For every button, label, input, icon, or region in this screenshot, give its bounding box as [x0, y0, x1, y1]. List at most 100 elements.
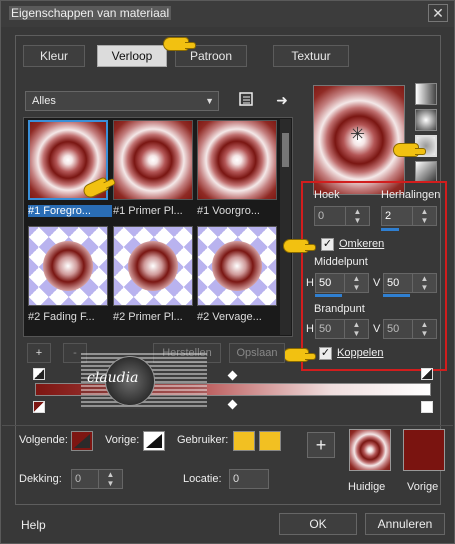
- chevron-down-icon: ▼: [205, 96, 214, 106]
- link-checkbox[interactable]: ✓: [319, 347, 332, 360]
- color-stop-start[interactable]: [33, 401, 45, 413]
- swatch-diagonal-icon: [146, 434, 162, 448]
- opacity-stepper[interactable]: ▲ ▼: [98, 470, 122, 488]
- prev-color-swatch[interactable]: [143, 431, 165, 451]
- gallery-caption-3[interactable]: #1 Voorgro...: [197, 205, 281, 217]
- user-color-2[interactable]: [259, 431, 281, 451]
- previous-material-swatch[interactable]: [403, 429, 445, 471]
- category-dropdown[interactable]: Alles ▼: [25, 91, 219, 111]
- repeats-input[interactable]: 2 ▲ ▼: [381, 206, 437, 226]
- gradient-preview[interactable]: ✳: [313, 85, 405, 195]
- color-stop-end[interactable]: [421, 401, 433, 413]
- window-title: Eigenschappen van materiaal: [9, 6, 172, 20]
- hand-pointer-icon: [283, 348, 316, 362]
- angle-input[interactable]: 0 ▲ ▼: [314, 206, 370, 226]
- link-label[interactable]: Koppelen: [337, 347, 384, 359]
- arrow-right-icon[interactable]: ➜: [273, 91, 291, 109]
- location-input[interactable]: 0: [229, 469, 269, 489]
- angle-label: Hoek: [314, 189, 340, 201]
- add-gradient-button[interactable]: +: [27, 343, 51, 363]
- focal-h-input[interactable]: 50 ▲ ▼: [315, 319, 369, 339]
- gradient-gallery: #1 Foregro... #1 Primer Pl... #1 Voorgro…: [23, 117, 293, 337]
- hand-pointer-icon: [393, 143, 426, 157]
- radial-style-button[interactable]: [415, 161, 437, 183]
- divider: [2, 425, 453, 426]
- previous-label: Vorige: [407, 481, 439, 493]
- center-v-stepper[interactable]: ▲ ▼: [412, 274, 436, 292]
- center-h-stepper[interactable]: ▲ ▼: [344, 274, 368, 292]
- help-link[interactable]: Help: [21, 518, 46, 532]
- add-to-swatches-button[interactable]: +: [307, 432, 335, 458]
- rectangular-style-button[interactable]: [415, 109, 437, 131]
- gallery-item-5[interactable]: [113, 226, 193, 306]
- center-v-label: V: [373, 277, 381, 289]
- watermark-logo: claudia: [81, 353, 207, 409]
- invert-checkbox[interactable]: ✓: [321, 238, 334, 251]
- center-v-value: 50: [387, 277, 400, 289]
- gallery-caption-6[interactable]: #2 Vervage...: [197, 311, 281, 323]
- gradient-swatch: [128, 241, 178, 291]
- current-label: Huidige: [348, 481, 386, 493]
- opacity-label: Dekking:: [19, 473, 62, 485]
- focal-v-label: V: [373, 323, 381, 335]
- close-button[interactable]: ✕: [428, 4, 448, 22]
- tab-verloop[interactable]: Verloop: [97, 45, 167, 67]
- center-h-input[interactable]: 50 ▲ ▼: [315, 273, 369, 293]
- center-h-value: 50: [319, 277, 332, 289]
- list-options-icon[interactable]: [237, 91, 255, 109]
- next-label: Volgende:: [19, 434, 68, 446]
- gallery-scrollbar[interactable]: [280, 119, 291, 335]
- gallery-item-4[interactable]: [28, 226, 108, 306]
- tab-kleur[interactable]: Kleur: [23, 45, 85, 67]
- location-label: Locatie:: [183, 473, 222, 485]
- gallery-caption-1[interactable]: #1 Foregro...: [28, 205, 112, 217]
- star-crosshair-icon: ✳: [350, 124, 366, 144]
- tab-textuur[interactable]: Textuur: [273, 45, 349, 67]
- ok-button[interactable]: OK: [279, 513, 357, 535]
- gallery-item-3[interactable]: [197, 120, 277, 200]
- repeats-stepper[interactable]: ▲ ▼: [412, 207, 436, 225]
- gallery-caption-5[interactable]: #2 Primer Pl...: [113, 311, 197, 323]
- prev-label: Vorige:: [105, 434, 140, 446]
- save-button[interactable]: Opslaan: [229, 343, 285, 363]
- center-v-input[interactable]: 50 ▲ ▼: [383, 273, 437, 293]
- focal-h-value: 50: [319, 323, 332, 335]
- opacity-stop-end[interactable]: [421, 368, 433, 380]
- gradient-swatch: [212, 241, 262, 291]
- hand-pointer-icon: [283, 239, 316, 253]
- focal-h-label: H: [306, 323, 314, 335]
- angle-stepper[interactable]: ▲ ▼: [345, 207, 369, 225]
- location-value: 0: [233, 473, 240, 485]
- opacity-stop-start[interactable]: [33, 368, 45, 380]
- category-value: Alles: [32, 95, 56, 107]
- scrollbar-thumb[interactable]: [282, 133, 289, 167]
- material-properties-dialog: Eigenschappen van materiaal ✕ Kleur Verl…: [0, 0, 455, 544]
- opacity-value: 0: [75, 473, 82, 485]
- current-material-swatch[interactable]: [349, 429, 391, 471]
- center-h-label: H: [306, 277, 314, 289]
- center-label: Middelpunt: [314, 256, 368, 268]
- next-color-swatch[interactable]: [71, 431, 93, 451]
- repeats-slider[interactable]: [381, 228, 399, 231]
- swatch-diagonal-icon: [74, 434, 90, 448]
- focal-v-stepper[interactable]: ▲ ▼: [412, 320, 436, 338]
- gradient-swatch: [43, 241, 93, 291]
- hand-pointer-icon: [163, 37, 196, 51]
- user-color-1[interactable]: [233, 431, 255, 451]
- invert-label[interactable]: Omkeren: [339, 238, 384, 250]
- focal-v-input[interactable]: 50 ▲ ▼: [383, 319, 437, 339]
- repeats-value: 2: [385, 210, 392, 222]
- gallery-item-2[interactable]: [113, 120, 193, 200]
- title-bar: Eigenschappen van materiaal ✕: [1, 1, 454, 27]
- center-h-slider[interactable]: [315, 294, 342, 297]
- gallery-caption-4[interactable]: #2 Fading F...: [28, 311, 112, 323]
- cancel-button[interactable]: Annuleren: [365, 513, 445, 535]
- opacity-input[interactable]: 0 ▲ ▼: [71, 469, 123, 489]
- gallery-caption-2[interactable]: #1 Primer Pl...: [113, 205, 197, 217]
- center-v-slider[interactable]: [383, 294, 410, 297]
- focal-h-stepper[interactable]: ▲ ▼: [344, 320, 368, 338]
- user-label: Gebruiker:: [177, 434, 229, 446]
- gallery-item-6[interactable]: [197, 226, 277, 306]
- linear-style-button[interactable]: [415, 83, 437, 105]
- focal-label: Brandpunt: [314, 303, 365, 315]
